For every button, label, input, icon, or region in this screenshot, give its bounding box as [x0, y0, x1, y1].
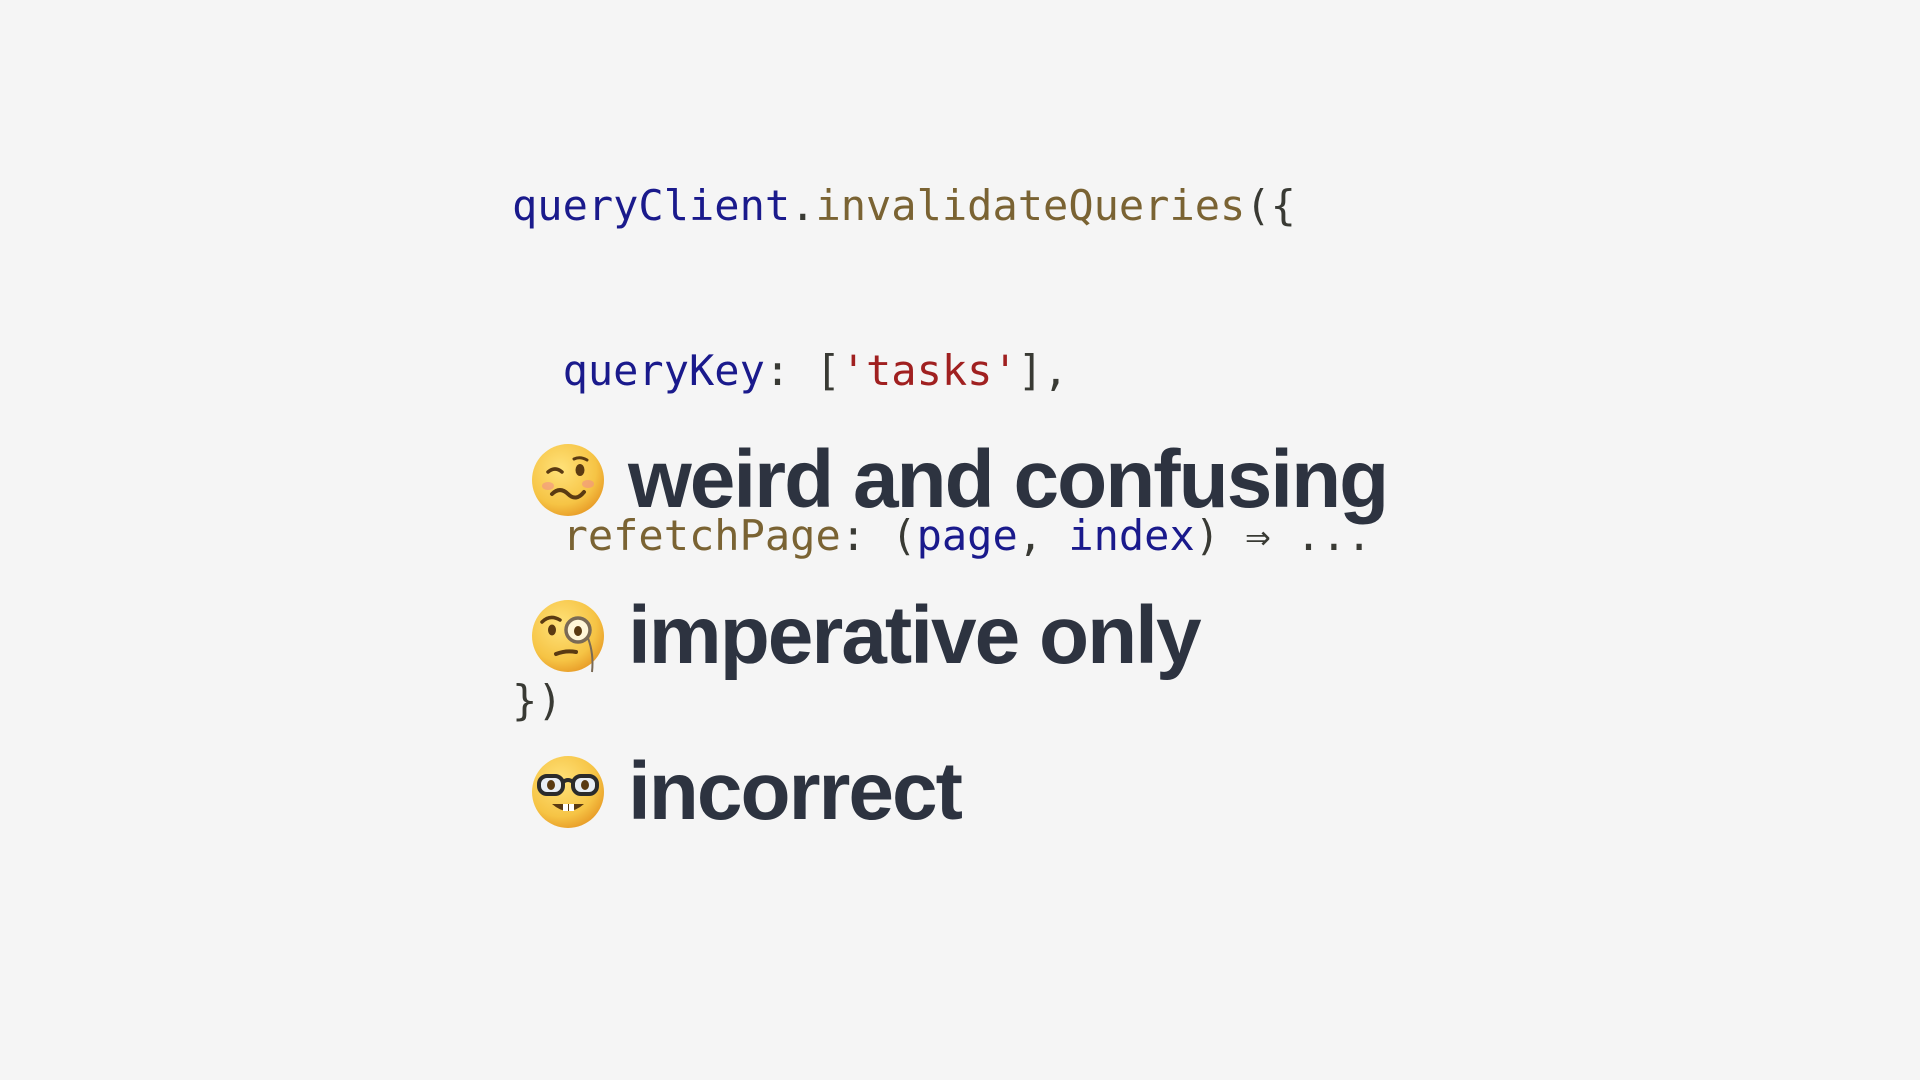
code-token-method: invalidateQueries	[815, 181, 1246, 230]
nerd-face-icon	[530, 754, 606, 830]
code-token-dot: .	[790, 181, 816, 230]
monocle-face-icon	[530, 598, 606, 674]
bullet-text: weird and confusing	[628, 434, 1389, 525]
code-line-2: queryKey: ['tasks'],	[512, 343, 1372, 398]
slide: queryClient.invalidateQueries({ queryKey…	[0, 0, 1920, 1080]
code-line-1: queryClient.invalidateQueries({	[512, 178, 1372, 233]
bullet-list: weird and confusing imperative only inco…	[530, 434, 1830, 837]
bullet-text: incorrect	[628, 746, 963, 837]
code-token-string: 'tasks'	[840, 346, 1018, 395]
code-token-open: ({	[1245, 181, 1296, 230]
code-token-colon: : [	[764, 346, 841, 395]
code-token-object: queryClient	[512, 181, 791, 230]
list-item: imperative only	[530, 590, 1830, 681]
list-item: weird and confusing	[530, 434, 1830, 525]
woozy-face-icon	[530, 442, 606, 518]
code-token-close: ],	[1017, 346, 1069, 395]
list-item: incorrect	[530, 746, 1830, 837]
bullet-text: imperative only	[628, 590, 1202, 681]
code-token-key: queryKey	[562, 346, 765, 395]
